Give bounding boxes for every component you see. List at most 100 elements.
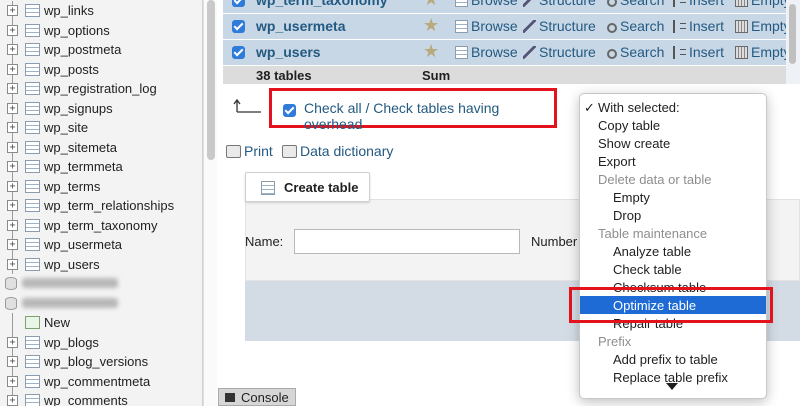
new-table-item[interactable]: New: [0, 313, 202, 333]
action-search-link[interactable]: Search: [607, 0, 664, 8]
expand-icon[interactable]: +: [7, 122, 18, 133]
sidebar-table-item[interactable]: + wp_posts: [0, 59, 202, 79]
expand-icon[interactable]: +: [7, 258, 18, 270]
dropdown-option[interactable]: Drop: [580, 206, 766, 224]
row-checkbox[interactable]: [232, 0, 245, 7]
dropdown-option[interactable]: Copy table: [580, 116, 766, 134]
sidebar-table-item[interactable]: + wp_postmeta: [0, 40, 202, 60]
sidebar-table-item[interactable]: + wp_sitemeta: [0, 137, 202, 157]
scroll-down-arrow-icon[interactable]: [666, 383, 678, 390]
dropdown-option[interactable]: Add prefix to table: [580, 350, 766, 368]
table-name-input[interactable]: [294, 229, 520, 254]
expand-icon[interactable]: +: [7, 219, 18, 231]
sidebar-scrollbar[interactable]: [203, 0, 217, 406]
dropdown-option[interactable]: Check table: [580, 260, 766, 278]
expand-icon[interactable]: +: [7, 200, 18, 211]
expand-icon[interactable]: +: [7, 375, 18, 387]
favorite-star-icon[interactable]: ★: [423, 41, 439, 62]
row-checkbox[interactable]: [232, 46, 245, 59]
database-item[interactable]: [0, 294, 202, 314]
expand-icon[interactable]: +: [7, 83, 18, 94]
dropdown-option[interactable]: Analyze table: [580, 242, 766, 260]
action-search-link[interactable]: Search: [607, 18, 664, 34]
expand-icon[interactable]: +: [7, 5, 18, 16]
create-table-tab[interactable]: Create table: [245, 172, 370, 202]
sidebar-table-item[interactable]: + wp_comments: [0, 391, 202, 406]
action-search-link[interactable]: Search: [607, 44, 664, 60]
action-browse-link[interactable]: Browse: [455, 44, 518, 60]
table-list-scrollbar-thumb[interactable]: [789, 4, 796, 64]
expand-icon[interactable]: +: [7, 44, 18, 55]
expand-icon[interactable]: +: [7, 161, 18, 172]
print-link[interactable]: Print: [226, 143, 273, 159]
action-structure-link[interactable]: Structure: [523, 44, 596, 60]
action-browse-link[interactable]: Browse: [455, 18, 518, 34]
sidebar-table-item[interactable]: + wp_registration_log: [0, 79, 202, 99]
action-empty-link[interactable]: Empty: [735, 18, 791, 34]
sidebar-table-item[interactable]: + wp_blogs: [0, 332, 202, 352]
expand-icon[interactable]: +: [7, 63, 18, 75]
row-checkbox[interactable]: [232, 20, 245, 33]
sidebar-item-label: wp_terms: [44, 178, 101, 194]
table-list-scrollbar[interactable]: [786, 0, 800, 84]
sidebar-table-item[interactable]: + wp_terms: [0, 176, 202, 196]
action-browse-link[interactable]: Browse: [455, 0, 518, 8]
dropdown-option-label: Check table: [613, 262, 682, 277]
browse-icon: [455, 46, 468, 59]
with-selected-dropdown[interactable]: ✓ With selected: Copy table Show create Expo…: [579, 93, 767, 399]
database-icon: [5, 277, 17, 290]
sidebar-item-label: wp_comments: [44, 393, 128, 406]
check-all-link[interactable]: Check all / Check tables having overhead: [304, 100, 554, 132]
sidebar-table-item[interactable]: + wp_blog_versions: [0, 352, 202, 372]
sidebar-table-item[interactable]: + wp_options: [0, 20, 202, 40]
new-table-icon: [25, 316, 40, 329]
dropdown-option[interactable]: Export: [580, 152, 766, 170]
action-structure-link[interactable]: Structure: [523, 0, 596, 8]
empty-icon: [735, 46, 748, 59]
dropdown-option[interactable]: Show create: [580, 134, 766, 152]
expand-icon[interactable]: +: [7, 24, 18, 36]
console-toggle[interactable]: Console: [218, 388, 296, 406]
dropdown-header-option[interactable]: ✓ With selected:: [580, 98, 766, 116]
expand-icon[interactable]: +: [7, 239, 18, 250]
dropdown-option-label: Prefix: [598, 334, 632, 349]
sidebar-table-item[interactable]: + wp_termmeta: [0, 157, 202, 177]
sidebar-table-item[interactable]: + wp_users: [0, 254, 202, 274]
check-all-checkbox[interactable]: [283, 104, 296, 117]
sidebar-table-item[interactable]: + wp_links: [0, 1, 202, 21]
expand-icon[interactable]: +: [7, 395, 18, 406]
action-label: Search: [620, 18, 665, 34]
action-insert-link[interactable]: Insert: [673, 18, 724, 34]
table-name-link[interactable]: wp_users: [256, 44, 321, 60]
dropdown-option[interactable]: Empty: [580, 188, 766, 206]
action-insert-link[interactable]: Insert: [673, 44, 724, 60]
sidebar-table-item[interactable]: + wp_site: [0, 118, 202, 138]
table-name-link[interactable]: wp_term_taxonomy: [256, 0, 387, 8]
data-dictionary-link[interactable]: Data dictionary: [282, 143, 393, 159]
table-name-link[interactable]: wp_usermeta: [256, 18, 345, 34]
sidebar-table-item[interactable]: + wp_commentmeta: [0, 371, 202, 391]
sidebar-item-label: wp_site: [44, 120, 89, 135]
sidebar-item-label: wp_commentmeta: [44, 373, 151, 389]
database-icon: [5, 296, 17, 310]
expand-icon[interactable]: +: [7, 141, 18, 153]
sidebar-scrollbar-thumb[interactable]: [207, 0, 215, 160]
printer-icon: [226, 145, 241, 158]
expand-icon[interactable]: +: [7, 102, 18, 114]
expand-icon[interactable]: +: [7, 180, 18, 192]
sidebar-table-item[interactable]: + wp_term_taxonomy: [0, 215, 202, 235]
favorite-star-icon[interactable]: ★: [423, 0, 439, 10]
database-item[interactable]: [0, 274, 202, 294]
sidebar-item-label: wp_termmeta: [44, 159, 123, 174]
action-empty-link[interactable]: Empty: [735, 0, 791, 8]
sidebar-table-item[interactable]: + wp_signups: [0, 98, 202, 118]
expand-icon[interactable]: +: [7, 336, 18, 348]
action-empty-link[interactable]: Empty: [735, 44, 791, 60]
sidebar-table-item[interactable]: + wp_usermeta: [0, 235, 202, 255]
favorite-star-icon[interactable]: ★: [423, 15, 439, 36]
search-icon: [607, 49, 617, 59]
expand-icon[interactable]: +: [7, 356, 18, 367]
sidebar-table-item[interactable]: + wp_term_relationships: [0, 196, 202, 216]
action-structure-link[interactable]: Structure: [523, 18, 596, 34]
action-insert-link[interactable]: Insert: [673, 0, 724, 8]
